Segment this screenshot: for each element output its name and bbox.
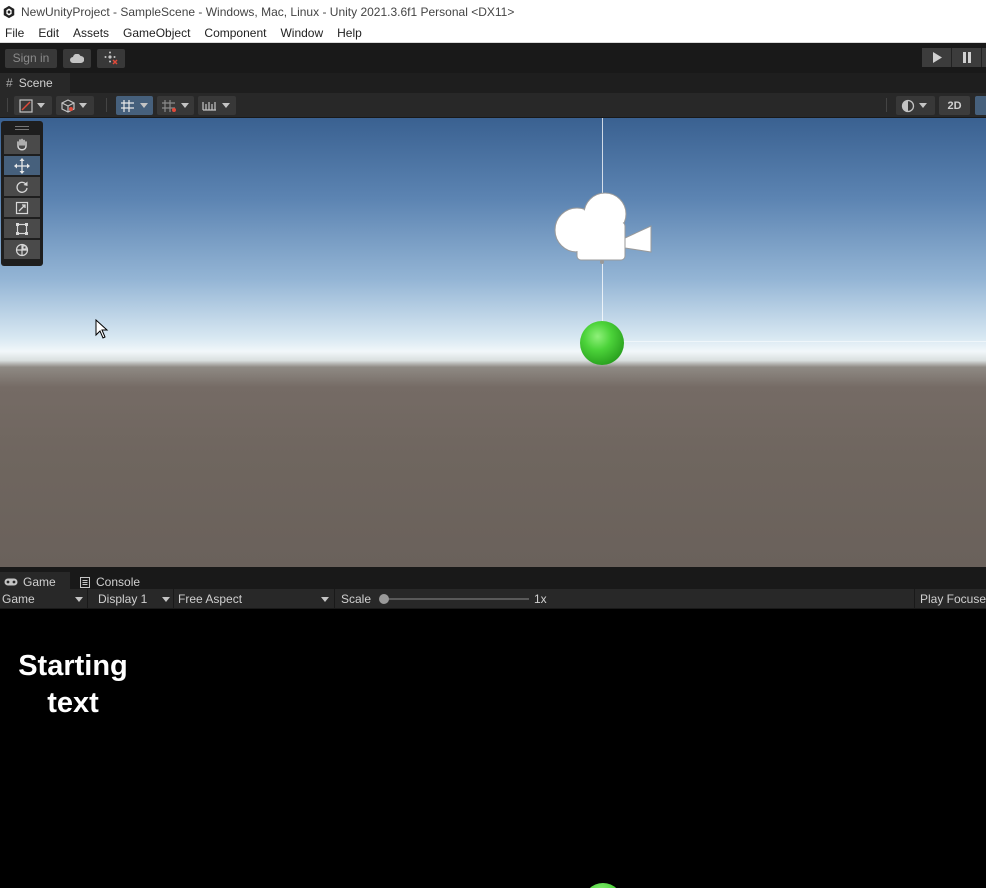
move-tool-button[interactable] — [4, 156, 40, 175]
toolbar-grip — [886, 98, 888, 112]
cloud-icon — [70, 53, 84, 63]
menu-assets[interactable]: Assets — [66, 26, 116, 40]
view-type-label: Game — [2, 592, 35, 606]
sign-in-button[interactable]: Sign in — [5, 48, 57, 68]
gamepad-icon — [4, 578, 18, 586]
transform-tool-button[interactable] — [4, 240, 40, 259]
scale-icon — [15, 201, 29, 214]
console-icon — [80, 576, 90, 588]
tab-game-label: Game — [23, 575, 56, 589]
main-toolbar: Sign in — [0, 43, 986, 73]
game-view-toolbar: Game Display 1 Free Aspect Scale 1x Play… — [0, 589, 986, 609]
toggle-2d-button[interactable]: 2D — [939, 96, 970, 115]
scale-slider-track[interactable] — [384, 598, 529, 600]
game-tab-bar: Game Console — [0, 567, 986, 592]
menu-bar: File Edit Assets GameObject Component Wi… — [0, 23, 986, 43]
menu-window[interactable]: Window — [273, 26, 330, 40]
starting-text-label: Starting text — [18, 650, 128, 719]
scale-label: Scale — [341, 592, 372, 606]
lighting-toggle[interactable] — [975, 96, 986, 115]
menu-gameobject[interactable]: GameObject — [116, 26, 197, 40]
play-focused-dropdown[interactable]: Play Focuse — [914, 589, 986, 609]
cloud-button[interactable] — [63, 48, 91, 68]
game-green-sphere — [583, 883, 623, 888]
chevron-down-icon — [919, 103, 927, 108]
chevron-down-icon — [181, 103, 189, 108]
chevron-down-icon — [37, 103, 45, 108]
scene-tools-overlay — [1, 121, 43, 266]
snap-settings-dropdown[interactable] — [198, 96, 236, 115]
step-button-edge[interactable] — [982, 48, 986, 67]
hand-tool-button[interactable] — [4, 135, 40, 154]
increment-snap-toggle[interactable] — [157, 96, 194, 115]
draw-mode-dropdown[interactable] — [14, 96, 52, 115]
green-sphere-object[interactable] — [580, 321, 624, 365]
shading-mode-dropdown[interactable] — [896, 96, 935, 115]
chevron-down-icon — [162, 597, 170, 602]
collab-button[interactable] — [97, 48, 125, 68]
scale-value: 1x — [534, 592, 547, 606]
rect-transform-icon — [16, 222, 28, 235]
toolbar-grip — [7, 98, 9, 112]
aspect-label: Free Aspect — [178, 592, 243, 606]
rotate-icon — [16, 181, 28, 193]
menu-edit[interactable]: Edit — [31, 26, 66, 40]
scene-view-toolbar: 2D — [0, 93, 986, 118]
collab-icon — [104, 51, 118, 65]
tab-scene[interactable]: # Scene — [0, 73, 70, 93]
tools-grip[interactable] — [4, 124, 40, 132]
ruler-icon — [202, 101, 216, 111]
chevron-down-icon — [321, 597, 329, 602]
tab-console-label: Console — [96, 575, 141, 589]
view-type-dropdown[interactable]: Game — [0, 589, 88, 609]
display-label: Display 1 — [98, 592, 148, 606]
tab-scene-label: Scene — [18, 76, 53, 90]
title-bar: NewUnityProject - SampleScene - Windows,… — [0, 0, 986, 23]
display-dropdown[interactable]: Display 1 — [88, 589, 174, 609]
mouse-cursor-icon — [95, 319, 109, 339]
grid-snap-toggle[interactable] — [116, 96, 153, 115]
toolbar-grip — [106, 98, 108, 112]
hash-icon: # — [6, 76, 13, 90]
play-button[interactable] — [922, 48, 952, 67]
chevron-down-icon — [75, 597, 83, 602]
pause-button[interactable] — [952, 48, 982, 67]
scene-viewport[interactable] — [0, 118, 986, 567]
menu-help[interactable]: Help — [330, 26, 369, 40]
unity-logo-icon — [3, 5, 15, 18]
move-icon — [14, 157, 30, 174]
pause-icon — [962, 52, 971, 63]
chevron-down-icon — [79, 103, 87, 108]
playmode-controls — [922, 48, 986, 67]
draw-mode-icon — [19, 98, 33, 113]
rect-tool-button[interactable] — [4, 219, 40, 238]
chevron-down-icon — [140, 103, 148, 108]
rotate-tool-button[interactable] — [4, 177, 40, 196]
scale-slider-thumb[interactable] — [379, 594, 389, 604]
aspect-dropdown[interactable]: Free Aspect — [174, 589, 335, 609]
render-mode-dropdown[interactable] — [56, 96, 94, 115]
scale-tool-button[interactable] — [4, 198, 40, 217]
sphere-shading-icon — [901, 99, 915, 112]
menu-component[interactable]: Component — [197, 26, 273, 40]
cube-icon — [61, 98, 75, 113]
game-viewport[interactable]: Starting text — [0, 609, 986, 888]
play-icon — [932, 52, 942, 63]
transform-icon — [15, 243, 29, 256]
scene-tab-bar: # Scene — [0, 73, 986, 93]
menu-file[interactable]: File — [0, 26, 31, 40]
horizon-axis-line — [602, 341, 986, 342]
camera-gizmo-icon[interactable] — [553, 190, 653, 266]
play-focused-label: Play Focuse — [920, 592, 986, 606]
snap-grid-icon — [162, 99, 176, 112]
chevron-down-icon — [222, 103, 230, 108]
grid-snap-icon — [121, 99, 134, 112]
window-title: NewUnityProject - SampleScene - Windows,… — [21, 4, 515, 19]
hand-icon — [17, 138, 27, 150]
